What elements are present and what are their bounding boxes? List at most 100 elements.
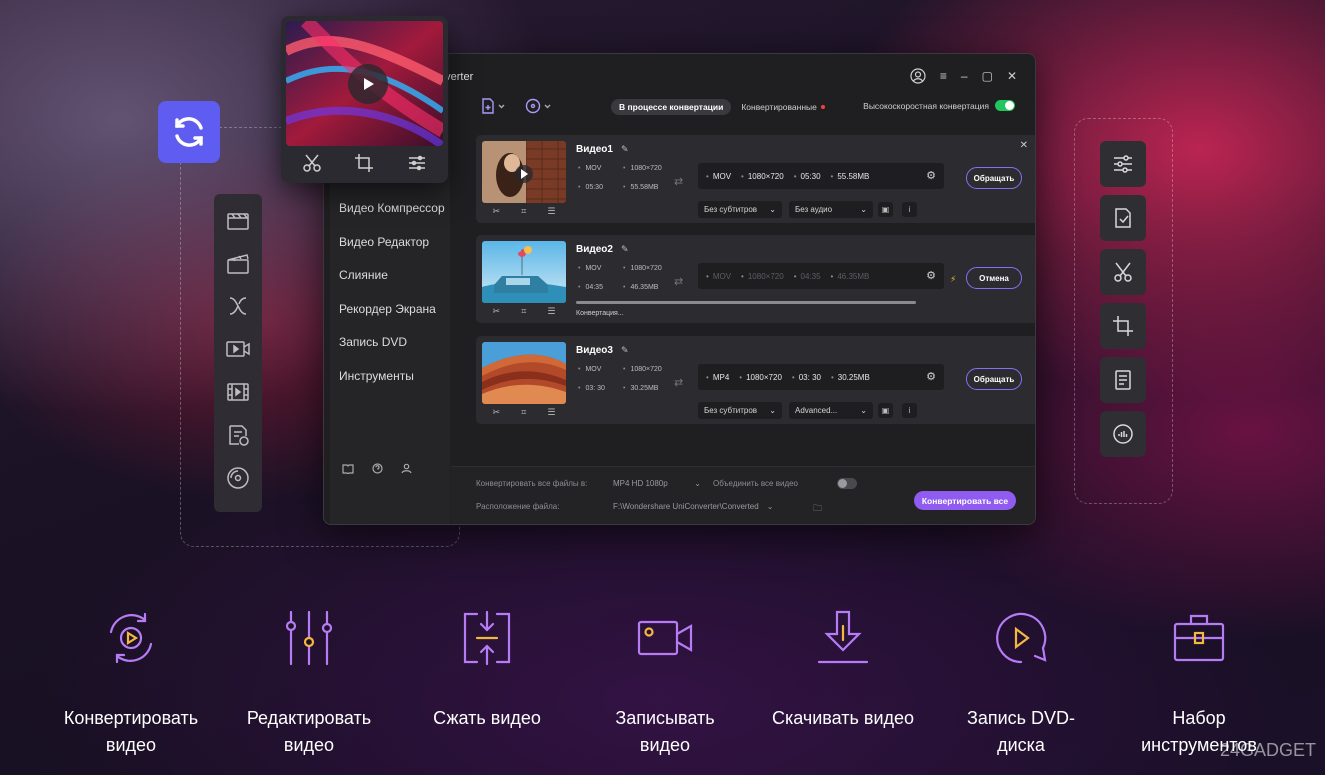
right-tool-cut[interactable]	[1100, 249, 1146, 295]
adjust-icon[interactable]	[407, 153, 427, 173]
cut-icon[interactable]: ✂	[493, 407, 501, 418]
shuffle-icon: ⇄	[674, 276, 684, 288]
edit-name-icon[interactable]: ✎	[621, 345, 629, 356]
video-thumbnail-2[interactable]	[482, 241, 566, 303]
audio-select-3[interactable]: Advanced... ⌄	[789, 402, 873, 419]
toolbox-icon	[1173, 614, 1225, 662]
video-name-2: Видео2	[576, 244, 613, 255]
convert-badge[interactable]	[158, 101, 220, 163]
subtitle-file-icon[interactable]: ▣	[878, 202, 893, 217]
chevron-down-icon: ⌄	[694, 479, 701, 488]
crop-icon[interactable]: ⌗	[521, 306, 526, 317]
audio-select-1[interactable]: Без аудио ⌄	[789, 201, 873, 218]
subtitle-select-1[interactable]: Без субтитров ⌄	[698, 201, 782, 218]
sidebar-item-tools[interactable]: Инструменты	[339, 369, 414, 383]
folder-icon[interactable]: 🗀	[813, 501, 822, 517]
clapper-icon[interactable]	[224, 206, 252, 234]
main-panel: В процессе конвертации Конвертированные …	[451, 54, 1035, 524]
add-file-icon[interactable]	[481, 98, 507, 114]
location-label: Расположение файла:	[476, 502, 560, 511]
sidebar-item-merge[interactable]: Слияние	[339, 268, 388, 282]
bottom-bar: Конвертировать все файлы в: MP4 HD 1080p…	[451, 466, 1035, 524]
gear-icon[interactable]: ⚙	[926, 370, 936, 383]
video-card-1: ✂ ⌗ ☰ Видео1 ✎ MOV 1080×720 05:30 55.58MB…	[476, 135, 1035, 223]
feature-edit[interactable]: Редактировать видео	[224, 606, 394, 759]
info-icon[interactable]: i	[902, 403, 917, 418]
gear-icon[interactable]: ⚙	[926, 169, 936, 182]
edit-name-icon[interactable]: ✎	[621, 144, 629, 155]
src-format-1: MOV	[578, 165, 601, 172]
video-thumbnail-1[interactable]	[482, 141, 566, 203]
screen-record-icon[interactable]	[224, 335, 252, 363]
cut-icon[interactable]: ✂	[493, 206, 501, 217]
add-disc-icon[interactable]	[525, 98, 553, 114]
sidebar-item-compressor[interactable]: Видео Компрессор	[339, 201, 445, 215]
film-strip-icon[interactable]	[224, 378, 252, 406]
crop-icon[interactable]	[354, 153, 374, 173]
src-size-2: 46.35MB	[623, 284, 658, 291]
info-icon[interactable]: i	[902, 202, 917, 217]
video-thumbnail-3[interactable]	[482, 342, 566, 404]
clapper-open-icon[interactable]	[224, 249, 252, 277]
account-icon[interactable]	[401, 463, 412, 474]
right-tool-crop[interactable]	[1100, 303, 1146, 349]
right-tool-adjust[interactable]	[1100, 141, 1146, 187]
settings-list-icon[interactable]: ☰	[547, 306, 555, 317]
help-icon[interactable]	[372, 463, 383, 474]
target-settings-3[interactable]: MP4 1080×720 03: 30 30.25MB ⚙	[698, 364, 944, 390]
high-speed-toggle[interactable]	[995, 100, 1015, 111]
convert-all-button[interactable]: Конвертировать все	[914, 491, 1016, 510]
feature-dvd[interactable]: Запись DVD-диска	[936, 606, 1106, 759]
settings-list-icon[interactable]: ☰	[547, 206, 555, 217]
src-res-1: 1080×720	[623, 165, 661, 172]
scissors-icon[interactable]	[302, 153, 322, 173]
target-settings-1[interactable]: MOV 1080×720 05:30 55.58MB ⚙	[698, 163, 944, 189]
video-name-1: Видео1	[576, 144, 613, 155]
subtitle-file-icon[interactable]: ▣	[878, 403, 893, 418]
convert-all-format-label: Конвертировать все файлы в:	[476, 479, 588, 488]
src-dur-1: 05:30	[578, 184, 603, 191]
sidebar-item-dvd[interactable]: Запись DVD	[339, 335, 407, 349]
feature-compress[interactable]: Сжать видео	[402, 606, 572, 732]
merge-curve-icon[interactable]	[224, 292, 252, 320]
remove-card-icon[interactable]: ✕	[1020, 140, 1028, 151]
merge-toggle[interactable]	[837, 478, 857, 489]
disc-icon[interactable]	[224, 464, 252, 492]
src-size-1: 55.58MB	[623, 184, 658, 191]
sidebar-item-screen-recorder[interactable]: Рекордер Экрана	[339, 302, 436, 316]
chevron-down-icon: ⌄	[769, 205, 776, 214]
src-size-3: 30.25MB	[623, 385, 658, 392]
edit-name-icon[interactable]: ✎	[621, 244, 629, 255]
feature-record[interactable]: Записывать видео	[580, 606, 750, 759]
right-tool-watermark[interactable]	[1100, 195, 1146, 241]
document-icon	[1115, 370, 1131, 390]
play-icon[interactable]	[348, 64, 388, 104]
cut-icon[interactable]: ✂	[493, 306, 501, 317]
crop-icon[interactable]: ⌗	[521, 206, 526, 217]
cancel-button[interactable]: Отмена	[966, 267, 1022, 289]
gear-icon[interactable]: ⚙	[926, 269, 936, 282]
feature-toolbox[interactable]: Набор инструментов	[1114, 606, 1284, 759]
audio-volume-icon	[1113, 424, 1133, 444]
feature-download[interactable]: Скачивать видео	[758, 606, 928, 732]
crop-icon	[1113, 316, 1133, 336]
right-tool-subtitle[interactable]	[1100, 357, 1146, 403]
convert-all-format-select[interactable]: MP4 HD 1080p ⌄	[613, 479, 701, 488]
location-select[interactable]: F:\Wondershare UniConverter\Converted ⌄	[613, 502, 773, 511]
video-name-3: Видео3	[576, 345, 613, 356]
high-speed-label: Высокоскоростная конвертация	[863, 100, 989, 111]
convert-button-1[interactable]: Обращать	[966, 167, 1022, 189]
right-tool-audio[interactable]	[1100, 411, 1146, 457]
book-icon[interactable]	[342, 463, 354, 474]
subtitle-select-3[interactable]: Без субтитров ⌄	[698, 402, 782, 419]
document-media-icon[interactable]	[224, 421, 252, 449]
settings-list-icon[interactable]: ☰	[547, 407, 555, 418]
sidebar-item-editor[interactable]: Видео Редактор	[339, 235, 429, 249]
conversion-progress	[576, 301, 916, 304]
tab-in-progress[interactable]: В процессе конвертации	[611, 99, 732, 115]
tab-converted[interactable]: Конвертированные	[741, 102, 825, 112]
crop-icon[interactable]: ⌗	[521, 407, 526, 418]
convert-button-3[interactable]: Обращать	[966, 368, 1022, 390]
feature-convert[interactable]: Конвертировать видео	[46, 606, 216, 759]
preview-image[interactable]	[286, 21, 443, 146]
